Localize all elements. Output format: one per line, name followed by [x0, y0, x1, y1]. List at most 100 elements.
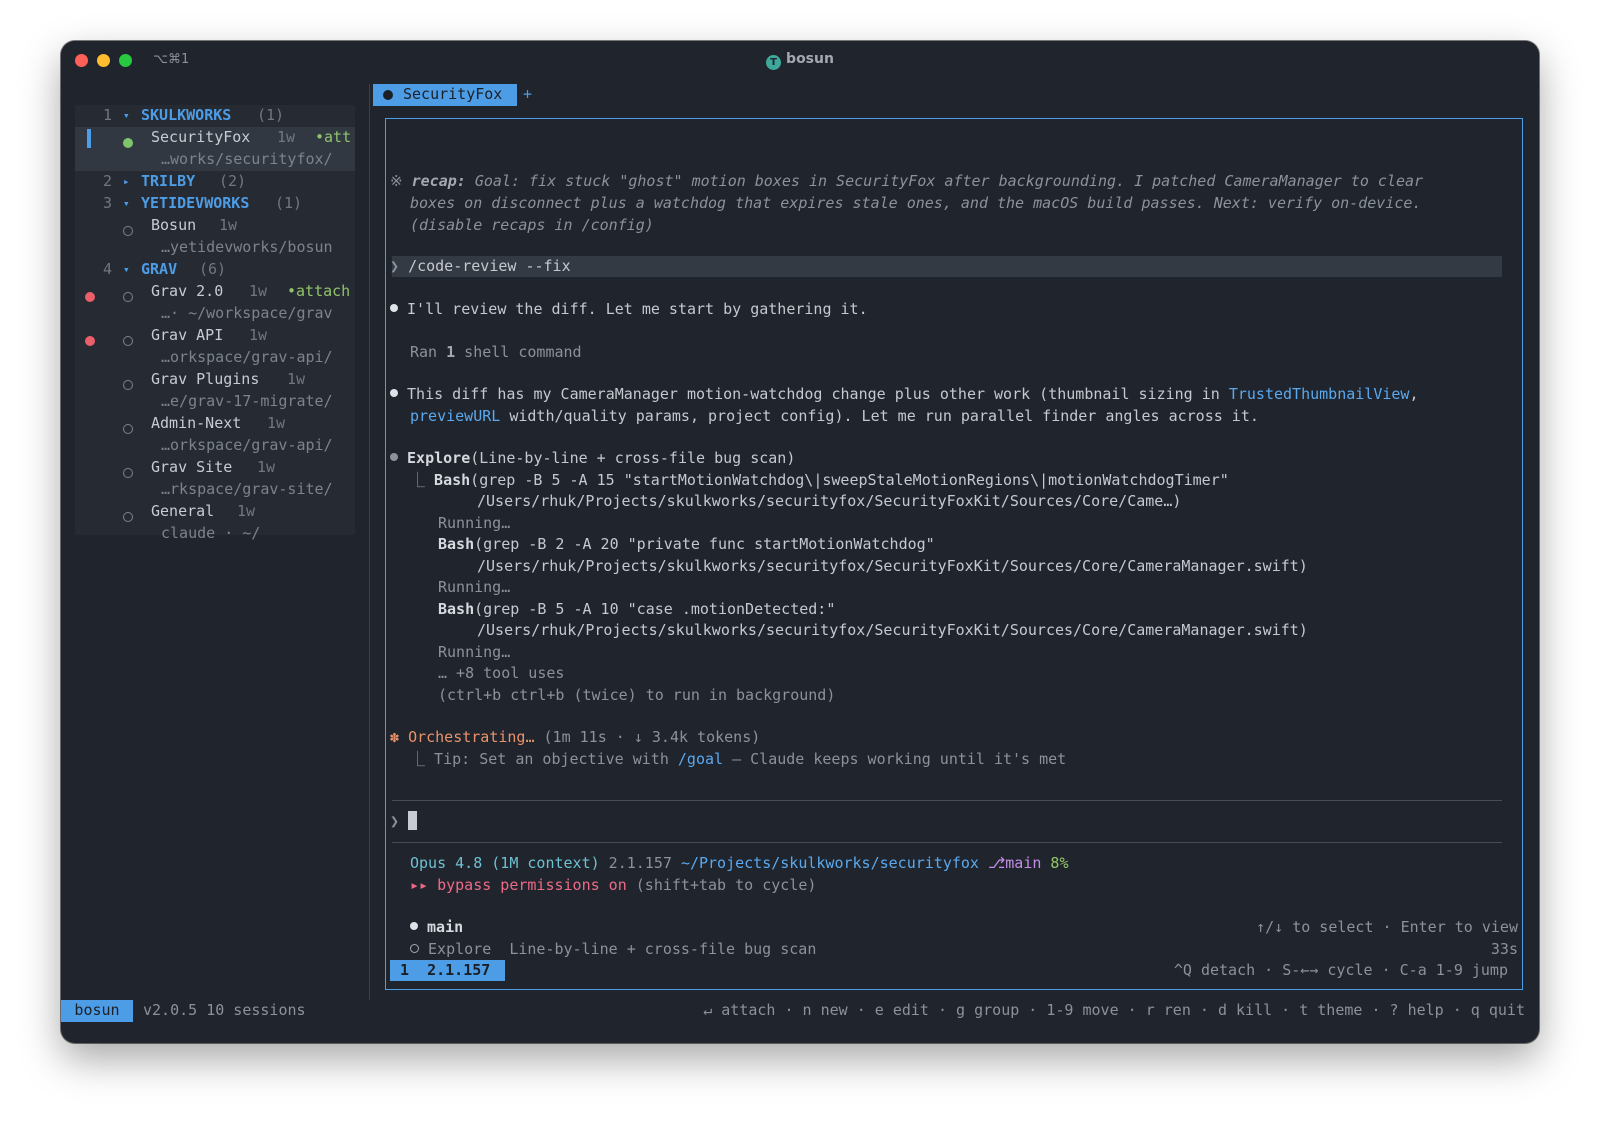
tab-securityfox[interactable]: SecurityFox	[373, 84, 517, 106]
session-age: 1w	[249, 326, 268, 344]
group-row-yetidevworks[interactable]: 3 ▾ YETIDEVWORKS (1)	[75, 193, 355, 215]
group-number: 3	[103, 194, 113, 212]
session-path-row[interactable]: …yetidevworks/bosun	[75, 237, 355, 259]
new-tab-button[interactable]: +	[523, 84, 532, 106]
command-line: ❯ /code-review --fix	[390, 256, 571, 278]
agent-ring-icon	[410, 944, 419, 953]
message-bullet-icon	[390, 389, 398, 397]
session-path-row[interactable]: claude · ~/	[75, 523, 355, 545]
expand-arrow-icon: ▾	[123, 263, 130, 276]
session-name: Grav Plugins	[151, 370, 260, 388]
prompt-icon: ❯	[390, 257, 400, 275]
shell-summary: Ran 1 shell command	[410, 342, 582, 364]
code-ref: TrustedThumbnailView	[1228, 385, 1410, 403]
input-bottom-rule	[392, 842, 1502, 843]
session-row-grav-site[interactable]: Grav Site 1w	[75, 457, 355, 479]
message-text: I'll review the diff. Let me start by ga…	[407, 300, 868, 318]
tip-line: ⎿ Tip: Set an objective with /goal — Cla…	[410, 749, 1066, 771]
group-count: (1)	[275, 194, 303, 212]
orchestrating-status: ✽ Orchestrating… (1m 11s · ↓ 3.4k tokens…	[390, 727, 760, 749]
session-path: …works/securityfox/	[161, 150, 333, 168]
permissions-status: ▸▸ bypass permissions on (shift+tab to c…	[410, 875, 816, 897]
session-name: Admin-Next	[151, 414, 242, 432]
session-version-badge: 1 2.1.157	[390, 960, 505, 981]
group-row-grav[interactable]: 4 ▾ GRAV (6)	[75, 259, 355, 281]
message-text: ,	[1409, 385, 1419, 403]
message-bullet-icon	[390, 304, 398, 312]
permissions-hint: (shift+tab to cycle)	[626, 876, 817, 894]
session-path-row[interactable]: …· ~/workspace/grav	[75, 303, 355, 325]
tip-text: Tip: Set an objective with	[434, 750, 678, 768]
tip-text: — Claude keeps working until it's met	[723, 750, 1067, 768]
message-text: width/quality params, project config). L…	[500, 407, 1259, 425]
session-path-row[interactable]: …orkspace/grav-api/	[75, 435, 355, 457]
tab-bar: SecurityFox +	[371, 84, 1539, 106]
group-row-trilby[interactable]: 2 ▸ TRILBY (2)	[75, 171, 355, 193]
session-name: Grav 2.0	[151, 282, 224, 300]
session-name: Grav API	[151, 326, 224, 344]
terminal-pane[interactable]: ※ recap: Goal: fix stuck "ghost" motion …	[385, 118, 1523, 990]
pane-divider[interactable]	[369, 84, 370, 1000]
git-branch: ⎇main	[978, 854, 1042, 872]
session-row-grav-api[interactable]: Grav API 1w	[75, 325, 355, 347]
agent-name: Explore	[428, 940, 492, 958]
tool-name: Bash	[434, 471, 471, 489]
window-title: Tbosun	[61, 51, 1539, 70]
bash-call-2: Bash(grep -B 2 -A 20 "private func start…	[438, 534, 935, 556]
session-path-row[interactable]: …works/securityfox/	[75, 149, 355, 171]
bash-call-3: Bash(grep -B 5 -A 10 "case .motionDetect…	[438, 599, 835, 621]
session-age: 1w	[219, 216, 238, 234]
session-age: 1w	[287, 370, 306, 388]
agent-row-explore[interactable]: Explore Line-by-line + cross-file bug sc…	[410, 939, 816, 961]
agent-row-main[interactable]: main	[410, 917, 463, 939]
title-bar: ⌥⌘1 Tbosun	[61, 41, 1539, 79]
session-path: claude · ~/	[161, 524, 261, 542]
agent-bullet-icon	[410, 922, 418, 930]
key-hints: ↵ attach · n new · e edit · g group · 1-…	[703, 1001, 1525, 1019]
bash-path-3: /Users/rhuk/Projects/skulkworks/security…	[477, 621, 1308, 639]
session-path-row[interactable]: …e/grav-17-migrate/	[75, 391, 355, 413]
tree-corner-icon: ⎿	[410, 471, 426, 489]
session-row-grav-plugins[interactable]: Grav Plugins 1w	[75, 369, 355, 391]
bash-path-2: /Users/rhuk/Projects/skulkworks/security…	[477, 557, 1308, 575]
tool-name: Bash	[438, 600, 475, 618]
group-name: YETIDEVWORKS	[141, 194, 250, 212]
recap-text: Goal: fix stuck "ghost" motion boxes in …	[465, 172, 1424, 190]
orchestrating-stats: (1m 11s · ↓ 3.4k tokens)	[534, 728, 761, 746]
group-row-skulkworks[interactable]: 1 ▾ SKULKWORKS (1)	[75, 105, 355, 127]
session-row-bosun[interactable]: Bosun 1w	[75, 215, 355, 237]
tool-args: (grep -B 5 -A 10 "case .motionDetected:"	[474, 600, 836, 618]
session-row-admin-next[interactable]: Admin-Next 1w	[75, 413, 355, 435]
session-row-general[interactable]: General 1w	[75, 501, 355, 523]
group-count: (1)	[257, 106, 285, 124]
task-name: Explore	[407, 449, 471, 467]
session-name: Grav Site	[151, 458, 233, 476]
running-status: Running…	[438, 514, 511, 532]
task-bullet-icon	[390, 453, 398, 461]
session-sidebar: 1 ▾ SKULKWORKS (1) SecurityFox 1w •att ……	[61, 84, 369, 1000]
session-path-row[interactable]: …orkspace/grav-api/	[75, 347, 355, 369]
tab-status-icon	[383, 90, 393, 100]
window-title-text: bosun	[786, 51, 834, 67]
status-bar: bosun v2.0.5 10 sessions ↵ attach · n ne…	[61, 1000, 1539, 1022]
explore-task: Explore(Line-by-line + cross-file bug sc…	[390, 448, 795, 470]
session-age: 1w	[277, 128, 296, 146]
session-path: …· ~/workspace/grav	[161, 304, 333, 322]
session-tree: 1 ▾ SKULKWORKS (1) SecurityFox 1w •att ……	[75, 105, 355, 542]
session-name: SecurityFox	[151, 128, 251, 146]
keybinding-hints: ^Q detach · S-←→ cycle · C-a 1-9 jump	[1173, 961, 1508, 979]
shell-count: 1	[446, 343, 456, 361]
agent-select-hint: ↑/↓ to select · Enter to view	[1256, 918, 1518, 936]
attach-tag: •att	[315, 128, 352, 146]
session-path-row[interactable]: …rkspace/grav-site/	[75, 479, 355, 501]
bash-path-1: /Users/rhuk/Projects/skulkworks/security…	[477, 492, 1182, 510]
more-tools: … +8 tool uses	[438, 664, 565, 682]
orchestrating-label: Orchestrating…	[408, 728, 535, 746]
session-age: 1w	[237, 502, 256, 520]
input-line[interactable]: ❯	[390, 811, 418, 833]
session-row-securityfox[interactable]: SecurityFox 1w •att	[75, 127, 355, 149]
session-row-grav-2[interactable]: Grav 2.0 1w •attach	[75, 281, 355, 303]
group-name: TRILBY	[141, 172, 196, 190]
code-ref: previewURL	[410, 407, 501, 425]
model-name: Opus 4.8 (1M context)	[410, 854, 600, 872]
